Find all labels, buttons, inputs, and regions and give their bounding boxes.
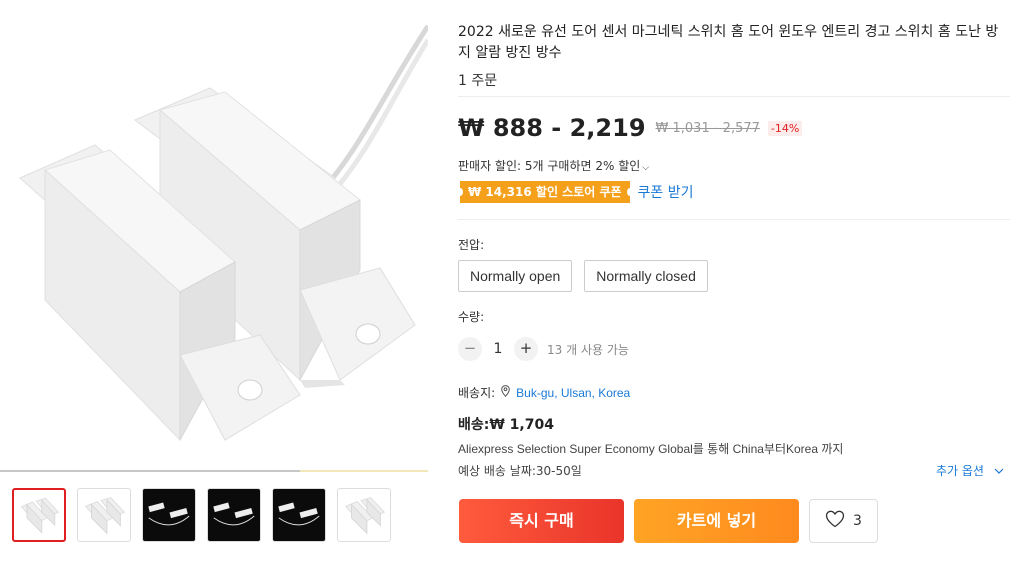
ship-to: 배송지: Buk-gu, Ulsan, Korea <box>458 384 630 401</box>
voltage-label: 전압: <box>458 238 485 252</box>
quantity-label: 수량: <box>458 310 485 324</box>
ship-to-location[interactable]: Buk-gu, Ulsan, Korea <box>516 386 630 400</box>
quantity-minus-button[interactable]: − <box>458 337 482 361</box>
coupon-row: ₩ 14,316 할인 스토어 쿠폰 쿠폰 받기 <box>457 181 694 203</box>
product-title: 2022 새로운 유선 도어 센서 마그네틱 스위치 홈 도어 윈도우 엔트리 … <box>458 24 999 61</box>
quantity-plus-button[interactable]: + <box>514 337 538 361</box>
quantity-stepper: − 1 + 13 개 사용 가능 <box>458 337 629 361</box>
ship-to-label: 배송지: <box>458 386 496 400</box>
price-row: ₩ 888 - 2,219 ₩ 1,031 - 2,577 -14% <box>458 114 803 142</box>
estimated-delivery: 예상 배송 날짜:30-50일 <box>458 464 582 478</box>
divider <box>458 219 1010 220</box>
option-normally-closed[interactable]: Normally closed <box>584 260 708 292</box>
wishlist-button[interactable]: 3 <box>809 499 878 543</box>
store-coupon[interactable]: ₩ 14,316 할인 스토어 쿠폰 <box>457 181 633 203</box>
gallery-thumb-4[interactable] <box>207 488 261 542</box>
purchase-actions: 즉시 구매 카트에 넣기 3 <box>459 499 878 543</box>
seller-discount-text: 판매자 할인: 5개 구매하면 2% 할인 <box>458 159 641 173</box>
gallery-progress <box>0 470 428 472</box>
shipping-cost: 배송:₩ 1,704 <box>458 417 554 433</box>
discount-badge: -14% <box>767 120 803 136</box>
thumbnail-strip <box>12 488 391 542</box>
original-price: ₩ 1,031 - 2,577 <box>655 120 760 136</box>
get-coupon-link[interactable]: 쿠폰 받기 <box>638 182 694 202</box>
chevron-down-icon: ⌵ <box>642 163 650 173</box>
gallery-thumb-2[interactable] <box>77 488 131 542</box>
quantity-available: 13 개 사용 가능 <box>547 342 629 357</box>
more-options-label: 추가 옵션 <box>936 464 984 478</box>
gallery-thumb-3[interactable] <box>142 488 196 542</box>
quantity-value[interactable]: 1 <box>482 341 514 357</box>
option-normally-open[interactable]: Normally open <box>458 260 573 292</box>
chevron-down-icon <box>994 464 1004 478</box>
price: ₩ 888 - 2,219 <box>458 114 646 142</box>
more-options-link[interactable]: 추가 옵션 <box>936 462 1004 479</box>
image-gallery <box>0 0 428 564</box>
gallery-thumb-5[interactable] <box>272 488 326 542</box>
shipping-method: Aliexpress Selection Super Economy Globa… <box>458 442 844 456</box>
gallery-thumb-1[interactable] <box>12 488 66 542</box>
voltage-options: Normally open Normally closed <box>458 260 708 292</box>
location-pin-icon <box>501 385 510 400</box>
wishlist-count: 3 <box>853 513 862 529</box>
add-to-cart-button[interactable]: 카트에 넣기 <box>634 499 799 543</box>
gallery-thumb-6[interactable] <box>337 488 391 542</box>
seller-discount[interactable]: 판매자 할인: 5개 구매하면 2% 할인 ⌵ <box>458 157 649 174</box>
heart-icon <box>825 510 845 532</box>
main-product-image[interactable] <box>0 0 428 470</box>
buy-now-button[interactable]: 즉시 구매 <box>459 499 624 543</box>
gallery-progress-fill <box>0 470 300 472</box>
divider <box>458 96 1010 97</box>
order-count: 1 주문 <box>458 73 498 89</box>
